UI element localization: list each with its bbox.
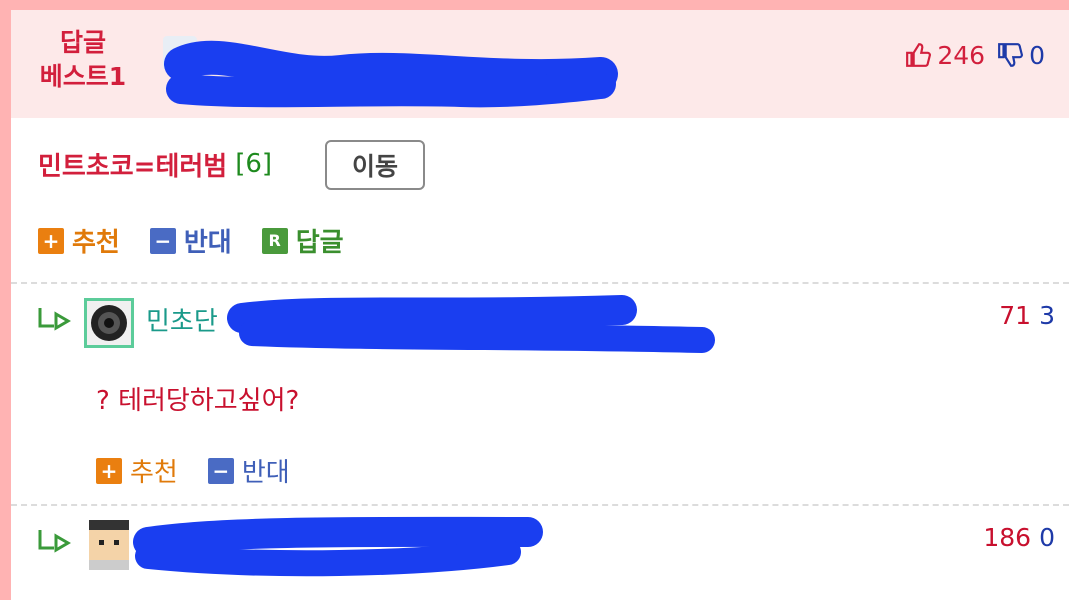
reply-label: 답글 <box>295 228 344 258</box>
comment-actions: + 추천 − 반대 <box>96 452 320 489</box>
plus-icon: + <box>96 457 122 484</box>
frame-left-border <box>0 0 11 600</box>
oppose-button[interactable]: − 반대 <box>149 222 232 259</box>
recommend-count: 186 <box>983 523 1032 552</box>
comment-body: ? 테러당하고싶어? <box>96 386 300 416</box>
recommend-button[interactable]: + 추천 <box>96 452 178 489</box>
oppose-button[interactable]: − 반대 <box>207 452 290 489</box>
plus-icon: + <box>38 227 64 254</box>
upvote-count: 246 <box>937 40 986 70</box>
frame-top-border <box>0 0 1069 10</box>
reply-button[interactable]: R 답글 <box>261 222 344 259</box>
move-button[interactable]: 이동 <box>325 140 425 190</box>
minus-icon: − <box>207 457 234 484</box>
camera-lens-icon <box>91 305 127 341</box>
oppose-count: 0 <box>1039 523 1055 552</box>
comment-nickname[interactable]: 민초단 <box>146 301 218 338</box>
thumbs-up-icon[interactable] <box>905 42 932 68</box>
reply-arrow-icon <box>38 308 71 331</box>
recommend-label: 추천 <box>72 228 120 258</box>
oppose-label: 반대 <box>183 228 232 258</box>
comment-score: 186 0 <box>983 523 1055 552</box>
recommend-count: 71 <box>999 301 1032 330</box>
pixel-avatar-icon <box>84 520 134 570</box>
post-title-row: 민트초코=테러범 [6] <box>38 138 272 190</box>
divider <box>11 282 1069 284</box>
divider <box>11 504 1069 506</box>
best-reply-label-line2: 베스트1 <box>39 62 127 91</box>
avatar[interactable] <box>84 298 134 348</box>
post-actions: + 추천 − 반대 R 답글 <box>38 222 374 259</box>
redaction-scribble <box>133 516 543 577</box>
avatar[interactable] <box>84 520 134 570</box>
comment-score: 71 3 <box>999 301 1055 330</box>
reply-count: [6] <box>235 149 273 179</box>
oppose-label: 반대 <box>241 458 290 488</box>
recommend-button[interactable]: + 추천 <box>38 222 120 259</box>
recommend-label: 추천 <box>130 458 178 488</box>
minus-icon: − <box>149 227 176 254</box>
redaction-scribble <box>164 40 618 108</box>
reply-r-icon: R <box>261 227 288 254</box>
downvote-count: 0 <box>1029 40 1045 70</box>
best-reply-votes: 246 0 <box>905 38 1045 72</box>
best-reply-header: 답글 베스트1 246 0 <box>11 10 1069 118</box>
thumbs-down-icon[interactable] <box>997 42 1024 68</box>
best-reply-label-line1: 답글 <box>59 28 106 57</box>
oppose-count: 3 <box>1039 301 1055 330</box>
reply-arrow-icon <box>38 530 71 553</box>
redaction-scribble <box>227 295 715 353</box>
post-title[interactable]: 민트초코=테러범 <box>38 146 227 183</box>
best-reply-label: 답글 베스트1 <box>38 26 128 94</box>
